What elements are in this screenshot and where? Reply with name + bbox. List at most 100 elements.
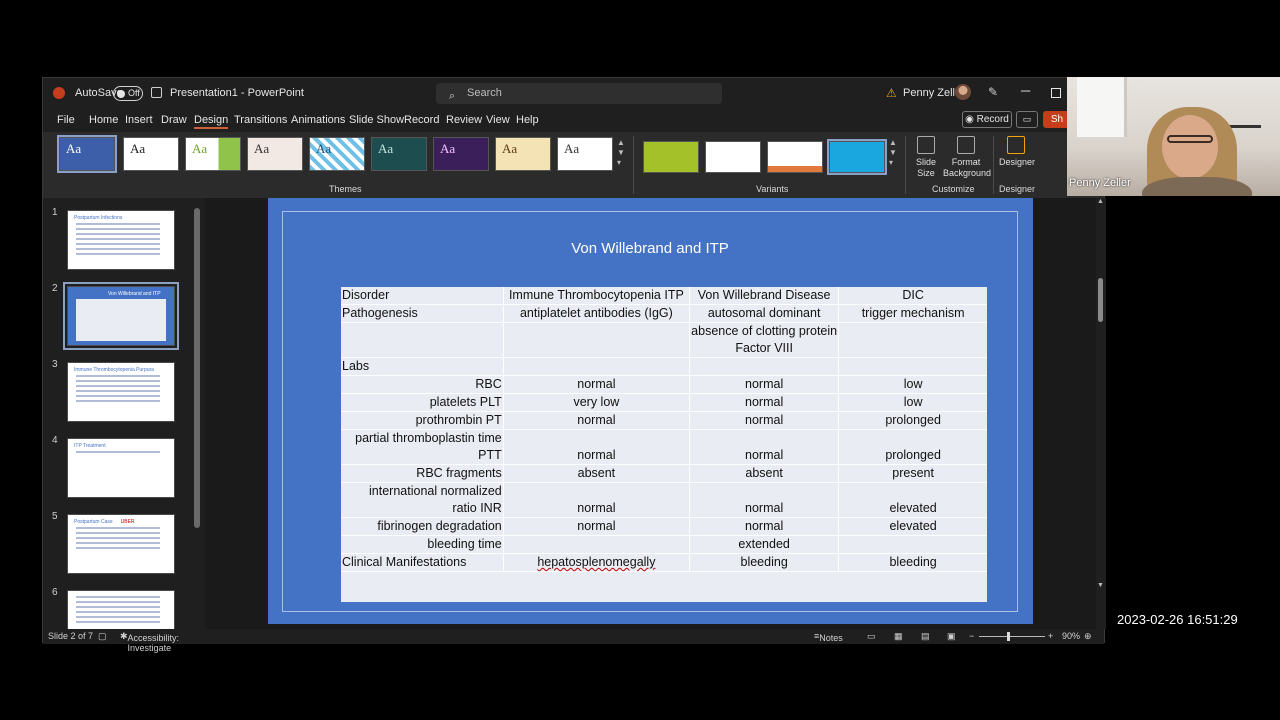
table-cell[interactable]: autosomal dominant [689,304,839,323]
zoom-slider[interactable] [979,636,1045,637]
table-cell[interactable]: prothrombin PT [341,411,504,430]
scroll-down-icon[interactable]: ▼ [1097,582,1104,589]
tab-review[interactable]: Review [446,114,482,126]
slide-size-button[interactable]: Slide Size [911,136,941,179]
table-cell[interactable] [689,357,839,376]
accessibility-status[interactable]: ✱ Accessibility: Investigate [120,631,179,653]
table-cell[interactable] [502,322,690,358]
table-cell[interactable]: normal [689,429,839,465]
table-cell[interactable]: normal [689,411,839,430]
variant-1[interactable] [643,141,699,173]
tab-view[interactable]: View [486,114,510,126]
table-cell[interactable] [838,535,987,554]
editor-scrollbar[interactable]: ▲ ▼ [1096,198,1106,629]
designer-button[interactable]: Designer [999,136,1035,168]
table-cell[interactable]: Von Willebrand Disease [689,287,839,305]
format-background-button[interactable]: Format Background [943,136,991,179]
pen-icon[interactable]: ✎ [988,85,998,99]
table-cell[interactable]: normal [689,375,839,394]
slide-thumbnail-6[interactable] [67,590,175,629]
slide-thumbnail-5[interactable]: Postpartum Case UBER [67,514,175,574]
slide-thumbnail-1[interactable]: Postpartum Infections [67,210,175,270]
slide-canvas[interactable]: Von Willebrand and ITP Disorder Immune T… [268,198,1033,624]
table-cell[interactable]: Clinical Manifestations [341,553,504,572]
slide-thumbnail-3[interactable]: Immune Thrombocytopenia Purpura [67,362,175,422]
comparison-table[interactable]: Disorder Immune Thrombocytopenia ITP Von… [341,287,987,602]
tab-design[interactable]: Design [194,114,229,129]
table-cell[interactable]: prolonged [838,429,987,465]
theme-5[interactable]: Aa [309,137,365,171]
save-icon[interactable] [151,87,162,98]
table-cell[interactable]: partial thromboplastin time PTT [341,429,504,465]
table-cell[interactable] [838,322,987,358]
themes-scroll-arrows-icon[interactable]: ▲ ▼ ▾ [617,138,625,168]
theme-8[interactable]: Aa [495,137,551,171]
reading-view-icon[interactable]: ▤ [921,631,930,642]
theme-4[interactable]: Aa [247,137,303,171]
comments-button[interactable]: ▭ [1016,111,1038,128]
tab-help[interactable]: Help [516,114,539,126]
table-cell[interactable]: normal [502,517,690,536]
zoom-in-icon[interactable]: + [1048,631,1053,641]
table-cell[interactable]: bleeding [838,553,987,572]
table-cell[interactable]: RBC [341,375,504,394]
record-button[interactable]: ◉ Record [962,111,1012,128]
variants-scroll-arrows-icon[interactable]: ▲ ▼ ▾ [889,138,897,168]
tab-draw[interactable]: Draw [161,114,187,126]
thumbnails-scrollbar[interactable] [193,198,201,628]
theme-7[interactable]: Aa [433,137,489,171]
theme-6[interactable]: Aa [371,137,427,171]
tab-animations[interactable]: Animations [291,114,345,126]
table-cell[interactable]: Immune Thrombocytopenia ITP [502,287,690,305]
table-cell[interactable]: bleeding time [341,535,504,554]
table-cell[interactable]: hepatosplenomegally [502,553,690,572]
table-cell[interactable]: normal [689,482,839,518]
theme-9[interactable]: Aa [557,137,613,171]
tab-transitions[interactable]: Transitions [234,114,287,126]
table-cell[interactable]: fibrinogen degradation [341,517,504,536]
maximize-button[interactable] [1051,88,1061,98]
variant-2[interactable] [705,141,761,173]
variant-3[interactable] [767,141,823,173]
normal-view-icon[interactable]: ▭ [867,631,876,642]
editor-scroll-thumb[interactable] [1098,278,1103,322]
table-cell[interactable]: prolonged [838,411,987,430]
table-cell[interactable]: normal [502,411,690,430]
table-cell[interactable]: elevated [838,482,987,518]
tab-home[interactable]: Home [89,114,118,126]
table-cell[interactable]: platelets PLT [341,393,504,412]
slide-title[interactable]: Von Willebrand and ITP [283,240,1017,257]
slide-sorter-icon[interactable]: ▦ [894,631,903,642]
tab-slide-show[interactable]: Slide Show [349,114,404,126]
fit-to-window-icon[interactable]: ⊕ [1084,631,1092,642]
user-avatar[interactable] [955,84,971,100]
table-cell[interactable]: absent [689,464,839,483]
table-cell[interactable]: absence of clotting protein Factor VIII [689,322,839,358]
table-cell[interactable]: antiplatelet antibodies (IgG) [502,304,690,323]
theme-office[interactable]: Aa [57,135,117,173]
table-cell[interactable]: bleeding [689,553,839,572]
notes-button[interactable]: ≡ Notes [814,631,843,643]
table-cell[interactable]: normal [689,393,839,412]
table-cell[interactable] [838,357,987,376]
tab-record[interactable]: Record [404,114,439,126]
zoom-level[interactable]: 90% [1062,631,1080,641]
table-cell[interactable] [502,357,690,376]
theme-2[interactable]: Aa [123,137,179,171]
table-cell[interactable]: normal [502,429,690,465]
table-cell[interactable]: normal [689,517,839,536]
minimize-button[interactable]: ─ [1021,83,1030,98]
variant-4[interactable] [827,139,887,175]
table-cell[interactable]: present [838,464,987,483]
table-cell[interactable]: DIC [838,287,987,305]
slideshow-icon[interactable]: ▣ [947,631,956,642]
theme-3[interactable]: Aa [185,137,241,171]
table-cell[interactable]: low [838,375,987,394]
table-cell[interactable] [341,322,504,358]
table-cell[interactable]: elevated [838,517,987,536]
table-cell[interactable]: Labs [341,357,504,376]
slide-thumbnail-2[interactable]: Von Willebrand and ITP [63,282,179,350]
table-cell[interactable]: trigger mechanism [838,304,987,323]
scroll-up-icon[interactable]: ▲ [1097,198,1104,205]
thumbnails-scroll-thumb[interactable] [194,208,200,528]
